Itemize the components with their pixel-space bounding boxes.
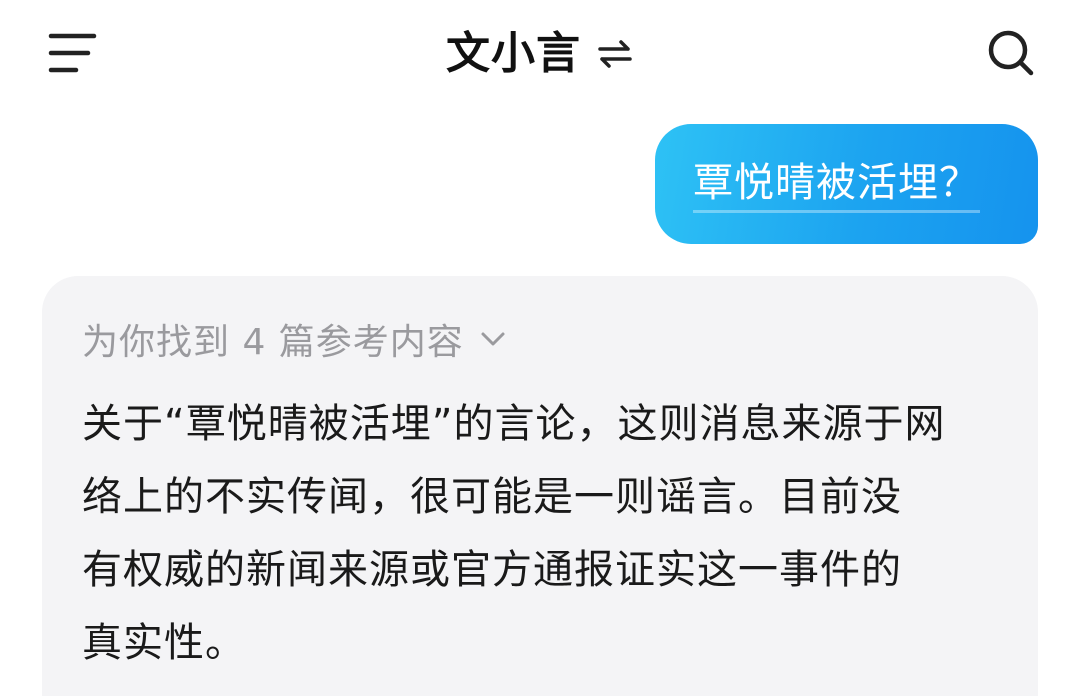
reply-line: 真实性。 bbox=[82, 620, 246, 666]
search-icon[interactable] bbox=[986, 28, 1036, 78]
title-group: 文小言 bbox=[0, 26, 1080, 82]
user-message-text: 覃悦晴被活埋？ bbox=[693, 160, 980, 213]
user-message-bubble[interactable]: 覃悦晴被活埋？ bbox=[655, 124, 1038, 244]
switch-arrows-icon[interactable] bbox=[596, 39, 634, 69]
reply-line: 有权威的新闻来源或官方通报证实这一事件的 bbox=[82, 547, 902, 593]
app-title: 文小言 bbox=[445, 28, 581, 79]
chevron-down-icon bbox=[481, 332, 505, 346]
references-toggle[interactable]: 为你找到 4 篇参考内容 bbox=[82, 314, 508, 364]
assistant-reply-card: 为你找到 4 篇参考内容 关于“覃悦晴被活埋”的言论，这则消息来源于网 络上的不… bbox=[42, 276, 1038, 696]
reply-line: 络上的不实传闻，很可能是一则谣言。目前没 bbox=[82, 474, 902, 520]
reply-line: 关于“覃悦晴被活埋”的言论，这则消息来源于网 bbox=[82, 401, 946, 447]
references-label: 为你找到 4 篇参考内容 bbox=[82, 322, 464, 363]
top-bar: 文小言 bbox=[0, 0, 1080, 110]
reply-text: 关于“覃悦晴被活埋”的言论，这则消息来源于网 络上的不实传闻，很可能是一则谣言。… bbox=[82, 388, 1012, 680]
